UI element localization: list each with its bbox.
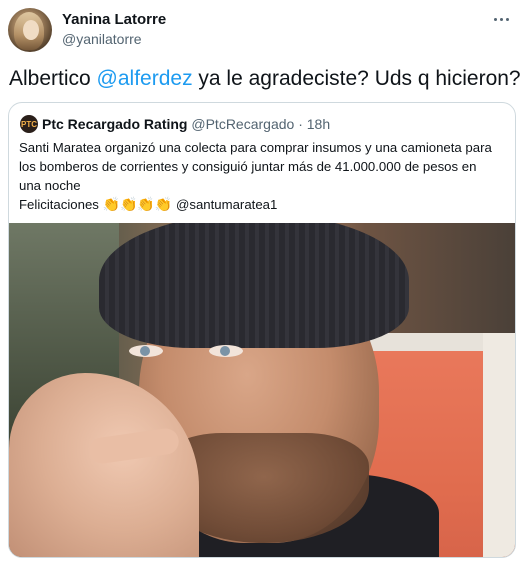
photo-eye-left [129, 345, 163, 357]
photo-eye-right [209, 345, 243, 357]
quote-line-felicitaciones: Felicitaciones 👏👏👏👏 @santumaratea1 [19, 195, 509, 214]
quote-photo[interactable] [9, 223, 515, 557]
quote-timestamp[interactable]: 18h [307, 116, 330, 132]
tweet-mention-link[interactable]: @alferdez [97, 67, 193, 90]
tweet-text-before: Albertico [9, 67, 97, 90]
quoted-tweet-card[interactable]: PTC Ptc Recargado Rating @PtcRecargado ·… [8, 102, 516, 558]
quote-text: Santi Maratea organizó una colecta para … [19, 138, 509, 214]
quote-line: una noche [19, 178, 81, 193]
felicitaciones-text: Felicitaciones [19, 197, 103, 212]
more-icon[interactable] [488, 8, 514, 30]
author-name[interactable]: Yanina Latorre [62, 11, 166, 28]
quote-author-name[interactable]: Ptc Recargado Rating [42, 116, 187, 132]
quote-line: los bomberos de corrientes y consiguió j… [19, 159, 477, 174]
quote-avatar[interactable]: PTC [20, 115, 38, 133]
tweet-text: Albertico @alferdez ya le agradeciste? U… [9, 66, 521, 92]
quote-header: Ptc Recargado Rating @PtcRecargado · 18h [42, 116, 330, 132]
quote-line: Santi Maratea organizó una colecta para … [19, 140, 492, 155]
quote-mention[interactable]: @santumaratea1 [172, 197, 277, 212]
tweet-text-after: ya le agradeciste? Uds q hicieron? [192, 67, 521, 90]
quote-author-handle[interactable]: @PtcRecargado [191, 116, 294, 132]
photo-beanie [99, 223, 409, 348]
avatar-face [23, 20, 39, 40]
author-handle[interactable]: @yanilatorre [62, 31, 142, 47]
author-avatar[interactable] [8, 8, 52, 52]
quote-separator: · [294, 116, 307, 132]
clapping-hands-icon: 👏👏👏👏 [102, 196, 173, 212]
